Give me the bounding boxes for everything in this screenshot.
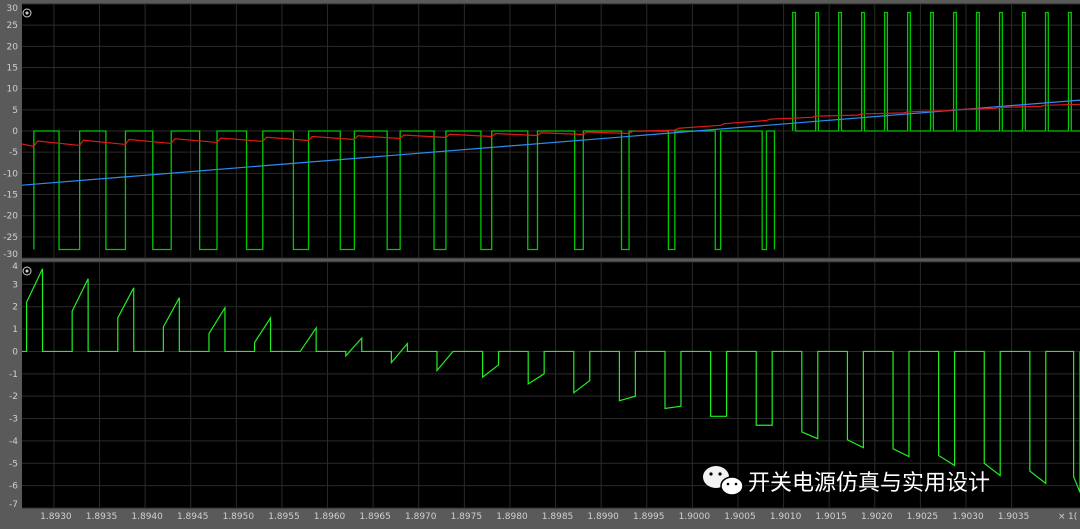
bottom-y-tick-label: -3 [9, 415, 18, 425]
bottom-y-tick-label: -4 [9, 437, 18, 447]
wechat-icon-bubble-small [720, 476, 744, 496]
x-tick-label: 1.8955 [268, 512, 300, 522]
bottom-y-tick-label: -1 [9, 370, 18, 380]
wechat-icon-eye-4 [734, 482, 738, 486]
bottom-y-tick-label: -7 [9, 500, 18, 510]
x-tick-label-truncated: 1( [1068, 512, 1077, 522]
x-tick-label: 1.9010 [770, 512, 802, 522]
top-y-tick-label: 15 [7, 64, 18, 74]
x-tick-label: 1.9005 [724, 512, 756, 522]
x-tick-label: 1.8990 [587, 512, 619, 522]
bottom-y-tick-label: 3 [12, 280, 18, 290]
top-y-tick-label: 5 [12, 106, 18, 116]
x-tick-label: 1.8965 [359, 512, 391, 522]
x-tick-label: 1.9020 [861, 512, 893, 522]
top-y-tick-label: 30 [7, 4, 19, 14]
bottom-y-tick-label: -6 [9, 482, 18, 492]
oscilloscope-view: 302520151050-5-10-15-20-25-30 43210-1-2-… [0, 0, 1080, 529]
x-tick-label: 1.9030 [952, 512, 984, 522]
bottom-y-tick-label: 2 [12, 303, 18, 313]
top-y-tick-label: -20 [3, 212, 18, 222]
close-icon[interactable]: × [1058, 512, 1066, 522]
x-tick-label: 1.8930 [40, 512, 72, 522]
x-tick-label: 1.8935 [86, 512, 118, 522]
wechat-icon-eye-3 [726, 482, 730, 486]
bottom-y-tick-label: -5 [9, 459, 18, 469]
top-y-tick-label: -5 [9, 148, 18, 158]
bottom-y-tick-label: 1 [12, 325, 18, 335]
x-tick-label: 1.8945 [177, 512, 209, 522]
top-y-tick-label: -10 [3, 169, 18, 179]
wechat-icon-eye-2 [718, 472, 722, 476]
x-tick-label: 1.8980 [496, 512, 528, 522]
x-tick-label: 1.8970 [405, 512, 437, 522]
x-tick-label: 1.8995 [633, 512, 665, 522]
top-y-tick-label: 20 [7, 42, 19, 52]
x-tick-label: 1.8975 [451, 512, 483, 522]
x-tick-label: 1.8950 [223, 512, 255, 522]
x-tick-label: 1.8985 [542, 512, 574, 522]
x-tick-label: 1.8960 [314, 512, 346, 522]
top-y-tick-label: 25 [7, 21, 18, 31]
watermark-text: 开关电源仿真与实用设计 [748, 471, 990, 496]
top-settings-icon-inner [25, 11, 29, 15]
bottom-y-tick-label: 4 [12, 262, 18, 272]
wechat-icon-eye-1 [709, 472, 713, 476]
time-axis: 1.8930 1.8935 1.8940 1.8945 1.8950 1.8955 1.89… [40, 512, 1077, 522]
x-tick-label: 1.9015 [815, 512, 847, 522]
bottom-y-tick-label: 0 [12, 347, 18, 357]
x-tick-label: 1.9025 [907, 512, 939, 522]
top-y-tick-label: 0 [12, 127, 18, 137]
x-tick-label: 1.9035 [998, 512, 1030, 522]
top-waveform-panel: 30 25 20 15 10 5 0 -5 -10 -15 -20 -25 -30 [3, 3, 1080, 260]
bottom-y-tick-label: -2 [9, 392, 18, 402]
top-y-tick-label: -15 [3, 191, 18, 201]
x-tick-label: 1.9000 [679, 512, 711, 522]
top-y-tick-label: 10 [7, 85, 19, 95]
x-tick-label: 1.8940 [131, 512, 163, 522]
top-y-tick-label: -25 [3, 233, 18, 243]
top-y-tick-label: -30 [3, 250, 18, 260]
bottom-settings-icon-inner [25, 269, 29, 273]
